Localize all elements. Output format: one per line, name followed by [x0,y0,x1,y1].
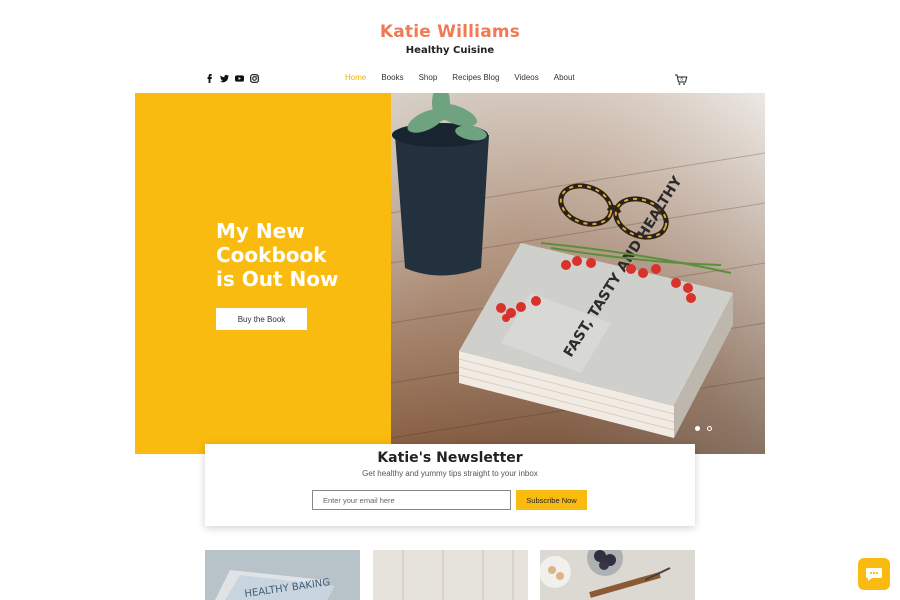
newsletter-subtitle: Get healthy and yummy tips straight to y… [362,469,538,478]
social-bar [205,74,259,83]
youtube-icon[interactable] [235,74,244,83]
hero-image: FAST, TASTY AND HEALTHY [391,93,765,454]
slider-dots [695,426,712,431]
newsletter-form: Subscribe Now [312,490,587,510]
nav-item-videos[interactable]: Videos [514,73,538,82]
instagram-icon[interactable] [250,74,259,83]
book-card-1-image: HEALTHY BAKING [205,550,360,600]
chat-icon [866,568,882,581]
site-brand: Katie Williams Healthy Cuisine [0,22,900,56]
book-card-2-image [373,550,528,600]
subscribe-button[interactable]: Subscribe Now [516,490,587,510]
site-title[interactable]: Katie Williams [0,22,900,42]
newsletter-title: Katie's Newsletter [377,450,523,466]
book-card-2[interactable] [373,550,528,600]
hero-photo: FAST, TASTY AND HEALTHY [391,93,765,454]
book-card-3[interactable] [540,550,695,600]
site-tagline: Healthy Cuisine [405,45,495,56]
slide-dot-2[interactable] [707,426,712,431]
hero-banner: My New Cookbook is Out Now Buy the Book [135,93,765,454]
book-card-1[interactable]: HEALTHY BAKING [205,550,360,600]
nav-item-recipes-blog[interactable]: Recipes Blog [452,73,499,82]
nav-item-home[interactable]: Home [345,73,366,82]
nav-item-shop[interactable]: Shop [419,73,438,82]
twitter-icon[interactable] [220,74,229,83]
hero-title: My New Cookbook is Out Now [216,219,339,291]
cart-icon[interactable]: 0 [674,72,688,86]
newsletter-box: Katie's Newsletter Get healthy and yummy… [205,444,695,526]
buy-book-button[interactable]: Buy the Book [216,308,307,330]
main-nav: Home Books Shop Recipes Blog Videos Abou… [345,73,575,82]
slide-dot-1[interactable] [695,426,700,431]
book-card-3-image [540,550,695,600]
nav-item-about[interactable]: About [554,73,575,82]
nav-item-books[interactable]: Books [381,73,403,82]
facebook-icon[interactable] [205,74,214,83]
hero-panel: My New Cookbook is Out Now Buy the Book [135,93,391,454]
chat-button[interactable] [858,558,890,590]
email-input[interactable] [312,490,511,510]
